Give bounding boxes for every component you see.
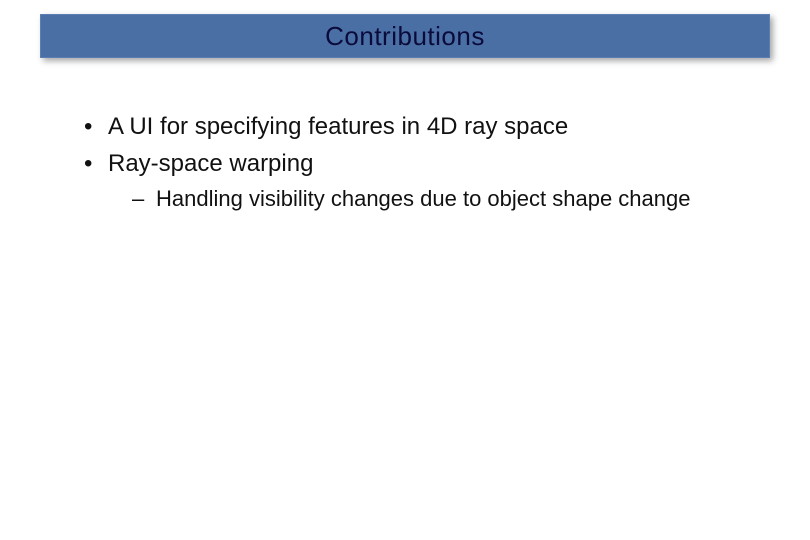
slide: Contributions A UI for specifying featur… <box>0 0 810 540</box>
bullet-item: A UI for specifying features in 4D ray s… <box>80 110 740 145</box>
bullet-subtext: Handling visibility changes due to objec… <box>156 186 690 211</box>
bullet-list-level2: Handling visibility changes due to objec… <box>132 184 740 215</box>
title-bar: Contributions <box>40 14 770 58</box>
slide-content: A UI for specifying features in 4D ray s… <box>80 110 740 216</box>
bullet-item: Ray-space warping Handling visibility ch… <box>80 147 740 215</box>
slide-title: Contributions <box>325 21 485 52</box>
bullet-subitem: Handling visibility changes due to objec… <box>132 184 740 215</box>
bullet-text: Ray-space warping <box>108 150 313 177</box>
bullet-list-level1: A UI for specifying features in 4D ray s… <box>80 110 740 214</box>
bullet-text: A UI for specifying features in 4D ray s… <box>108 113 568 140</box>
